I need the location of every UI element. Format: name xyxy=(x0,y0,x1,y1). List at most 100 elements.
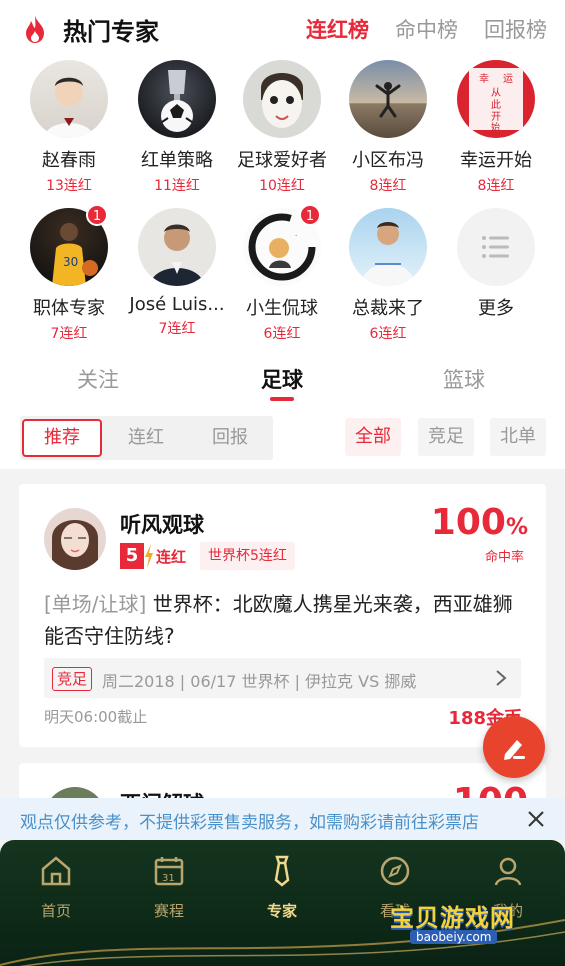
match-type-tag: 竞足 xyxy=(52,667,93,691)
sport-tabs: 关注 足球 篮球 xyxy=(0,356,565,414)
profile-icon xyxy=(494,857,522,886)
calendar-day: 31 xyxy=(162,873,175,884)
expert-item[interactable]: José Luis... 7连红 xyxy=(121,208,233,338)
avatar xyxy=(349,60,427,138)
streak-level-text: 连红 xyxy=(156,547,187,566)
sort-segmented-control: 推荐 连红 回报 xyxy=(20,416,273,460)
prediction-card[interactable]: 听风观球 5 连红 世界杯5连红 100% 命中率 [单场/让球] 世界杯：北欧… xyxy=(19,484,546,747)
bolt-icon xyxy=(145,544,153,568)
notification-badge: 1 xyxy=(299,204,321,226)
expert-name: 听风观球 xyxy=(120,513,204,537)
avatar xyxy=(349,208,427,286)
avatar: · 1 xyxy=(243,204,321,286)
nav-label: 首页 xyxy=(40,902,71,920)
expert-item[interactable]: · 1 小生侃球 6连红 xyxy=(226,204,338,343)
svg-text:30: 30 xyxy=(63,255,78,269)
deadline: 明天06:00截止 xyxy=(44,708,148,726)
tab-football[interactable]: 足球 xyxy=(261,364,303,394)
compass-icon xyxy=(380,856,410,886)
expert-name: 更多 xyxy=(478,298,514,319)
page-title: 热门专家 xyxy=(63,18,159,46)
avatar xyxy=(30,60,108,138)
expert-item[interactable]: 总裁来了 6连红 xyxy=(332,208,444,343)
hit-rate: 100% xyxy=(431,502,528,543)
watermark-url: baobeiy.com xyxy=(410,930,498,944)
list-icon xyxy=(482,236,509,258)
hit-rate-label: 命中率 xyxy=(484,550,524,565)
edit-icon xyxy=(504,740,525,760)
avatar xyxy=(243,60,321,138)
expert-streak: 6连红 xyxy=(369,326,407,342)
chip-all[interactable]: 全部 xyxy=(345,418,401,456)
nav-schedule[interactable]: 31 赛程 xyxy=(139,854,199,921)
hit-rate-unit: % xyxy=(505,515,528,540)
tab-hit-rank[interactable]: 命中榜 xyxy=(395,14,458,44)
streak-level-number: 5 xyxy=(120,543,144,569)
expert-grid: 赵春雨 13连红 红单策略 11连红 足球爱好者 10连红 小区布冯 8连红 幸… xyxy=(0,58,565,356)
notification-badge: 1 xyxy=(86,204,108,226)
avatar xyxy=(138,208,216,286)
tab-basketball[interactable]: 篮球 xyxy=(443,364,485,394)
chip-beidan[interactable]: 北单 xyxy=(490,418,546,456)
tie-icon xyxy=(274,855,290,887)
expert-streak: 8连红 xyxy=(477,178,515,194)
header: 热门专家 连红榜 命中榜 回报榜 xyxy=(0,0,565,58)
tab-follow[interactable]: 关注 xyxy=(77,364,119,394)
expert-name: 小生侃球 xyxy=(246,298,318,319)
expert-item[interactable]: 幸 运 从 此 开 始 幸运开始 8连红 xyxy=(440,60,552,195)
streak-level: 5 连红 xyxy=(120,542,186,570)
tab-return-rank[interactable]: 回报榜 xyxy=(484,14,547,44)
home-icon xyxy=(41,856,71,886)
expert-item[interactable]: 红单策略 11连红 xyxy=(121,60,233,195)
avatar xyxy=(138,60,216,138)
segment-return[interactable]: 回报 xyxy=(190,416,270,460)
hit-rate-value: 100 xyxy=(430,502,506,543)
expert-name: 总裁来了 xyxy=(352,298,424,319)
avatar: 30 1 xyxy=(30,204,108,286)
more-experts-button[interactable]: 更多 xyxy=(440,208,552,323)
expert-item[interactable]: 赵春雨 13连红 xyxy=(13,60,125,195)
expert-name: 赵春雨 xyxy=(42,150,96,171)
close-icon[interactable] xyxy=(527,810,545,828)
avatar[interactable] xyxy=(44,508,106,570)
svg-text:始: 始 xyxy=(491,121,500,133)
segment-recommend[interactable]: 推荐 xyxy=(22,419,102,457)
worldcup-streak-tag: 世界杯5连红 xyxy=(200,542,295,570)
filter-bar: 推荐 连红 回报 全部 竞足 北单 xyxy=(0,414,565,469)
expert-name: 足球爱好者 xyxy=(237,150,327,171)
expert-streak: 7连红 xyxy=(158,321,196,337)
expert-name: 小区布冯 xyxy=(352,150,424,171)
chip-jingzu[interactable]: 竞足 xyxy=(418,418,474,456)
svg-text:开: 开 xyxy=(491,112,501,123)
svg-text:幸: 幸 xyxy=(479,73,489,85)
segment-streak[interactable]: 连红 xyxy=(106,416,186,460)
disclaimer-text: 观点仅供参考，不提供彩票售卖服务，如需购彩请前往彩票店 xyxy=(20,813,479,833)
expert-item[interactable]: 30 1 职体专家 7连红 xyxy=(13,204,125,343)
expert-streak: 13连红 xyxy=(46,178,92,194)
bottom-nav: 首页 31 赛程 专家 看球 我的 宝贝游戏网 baobeiy.com xyxy=(0,840,565,966)
nav-label: 赛程 xyxy=(153,902,184,920)
watermark-title: 宝贝游戏网 xyxy=(390,904,515,932)
write-post-button[interactable] xyxy=(483,716,545,778)
expert-streak: 8连红 xyxy=(369,178,407,194)
svg-text:从: 从 xyxy=(491,88,501,99)
expert-name: 红单策略 xyxy=(141,150,213,171)
svg-text:此: 此 xyxy=(491,98,501,111)
nav-experts[interactable]: 专家 xyxy=(252,854,312,921)
nav-home[interactable]: 首页 xyxy=(26,854,86,921)
match-info-bar[interactable]: 竞足 周二2018 | 06/17 世界杯 | 伊拉克 VS 挪威 xyxy=(44,658,521,698)
active-tab-indicator xyxy=(270,397,294,401)
article-title[interactable]: [单场/让球] 世界杯：北欧魔人携星光来袭，西亚雄狮能否守住防线? xyxy=(44,588,524,652)
expert-streak: 7连红 xyxy=(50,326,88,342)
expert-name: 幸运开始 xyxy=(460,150,532,171)
match-info: 周二2018 | 06/17 世界杯 | 伊拉克 VS 挪威 xyxy=(102,672,417,691)
expert-item[interactable]: 足球爱好者 10连红 xyxy=(226,60,338,195)
article-category: [单场/让球] xyxy=(44,592,147,616)
tab-streak-rank[interactable]: 连红榜 xyxy=(306,14,369,44)
svg-text:运: 运 xyxy=(503,73,513,85)
expert-streak: 6连红 xyxy=(263,326,301,342)
avatar: 幸 运 从 此 开 始 xyxy=(457,60,535,138)
expert-item[interactable]: 小区布冯 8连红 xyxy=(332,60,444,195)
svg-text:·: · xyxy=(295,232,297,240)
chevron-right-icon xyxy=(496,670,507,686)
